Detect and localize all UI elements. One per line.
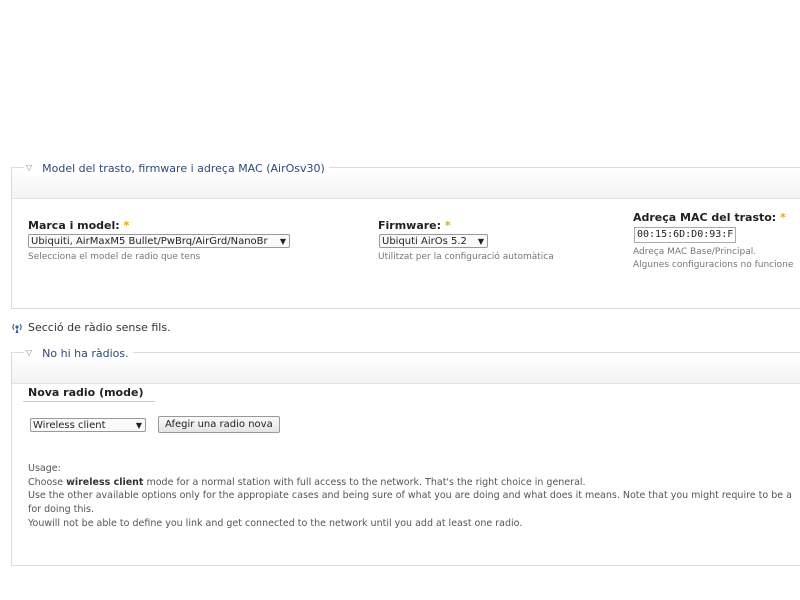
chevron-down-icon: ▼ bbox=[135, 421, 142, 430]
required-mark: * bbox=[123, 219, 130, 232]
triangle-down-icon[interactable]: ▽ bbox=[26, 164, 32, 172]
mac-address-input[interactable]: 00:15:6D:D0:93:F bbox=[634, 227, 736, 243]
usage-line-1: Choose wireless client mode for a normal… bbox=[28, 476, 586, 488]
usage-help-text: Usage: Choose wireless client mode for a… bbox=[28, 462, 800, 531]
mac-label: Adreça MAC del trasto: * bbox=[633, 211, 786, 224]
wireless-icon bbox=[11, 322, 23, 334]
usage-line-4: Youwill not be able to define you link a… bbox=[28, 517, 523, 529]
model-fieldset-legend[interactable]: ▽ Model del trasto, firmware i adreça MA… bbox=[24, 160, 329, 176]
chevron-down-icon: ▼ bbox=[477, 237, 484, 246]
radios-fieldset: ▽ No hi ha ràdios. bbox=[11, 345, 800, 566]
radio-mode-select[interactable]: Wireless client ▼ bbox=[30, 418, 146, 432]
usage-title: Usage: bbox=[28, 463, 61, 474]
radio-section-heading: Secció de ràdio sense fils. bbox=[11, 321, 171, 334]
usage-line-2: Use the other available options only for… bbox=[28, 490, 792, 502]
required-mark: * bbox=[780, 211, 786, 224]
radios-fieldset-legend[interactable]: ▽ No hi ha ràdios. bbox=[24, 345, 133, 361]
chevron-down-icon: ▼ bbox=[279, 237, 286, 246]
brand-model-description: Selecciona el model de radio que tens bbox=[28, 252, 201, 262]
usage-line-3: for doing this. bbox=[28, 504, 94, 516]
radios-legend-text[interactable]: No hi ha ràdios. bbox=[42, 347, 128, 360]
mac-description: Adreça MAC Base/Principal. Algunes confi… bbox=[633, 247, 794, 270]
required-mark: * bbox=[444, 219, 451, 232]
model-legend-text[interactable]: Model del trasto, firmware i adreça MAC … bbox=[42, 162, 325, 175]
add-radio-button[interactable]: Afegir una radio nova bbox=[158, 416, 280, 433]
triangle-down-icon[interactable]: ▽ bbox=[26, 349, 32, 357]
new-radio-underline bbox=[23, 401, 155, 402]
firmware-label: Firmware: * bbox=[378, 219, 451, 232]
brand-model-label: Marca i model: * bbox=[28, 219, 130, 232]
firmware-select[interactable]: Ubiquti AirOs 5.2 ▼ bbox=[379, 234, 488, 248]
new-radio-label: Nova radio (mode) bbox=[28, 386, 144, 399]
firmware-description: Utilitzat per la configuració automàtica bbox=[378, 252, 554, 262]
brand-model-select[interactable]: Ubiquiti, AirMaxM5 Bullet/PwBrq/AirGrd/N… bbox=[28, 234, 290, 248]
